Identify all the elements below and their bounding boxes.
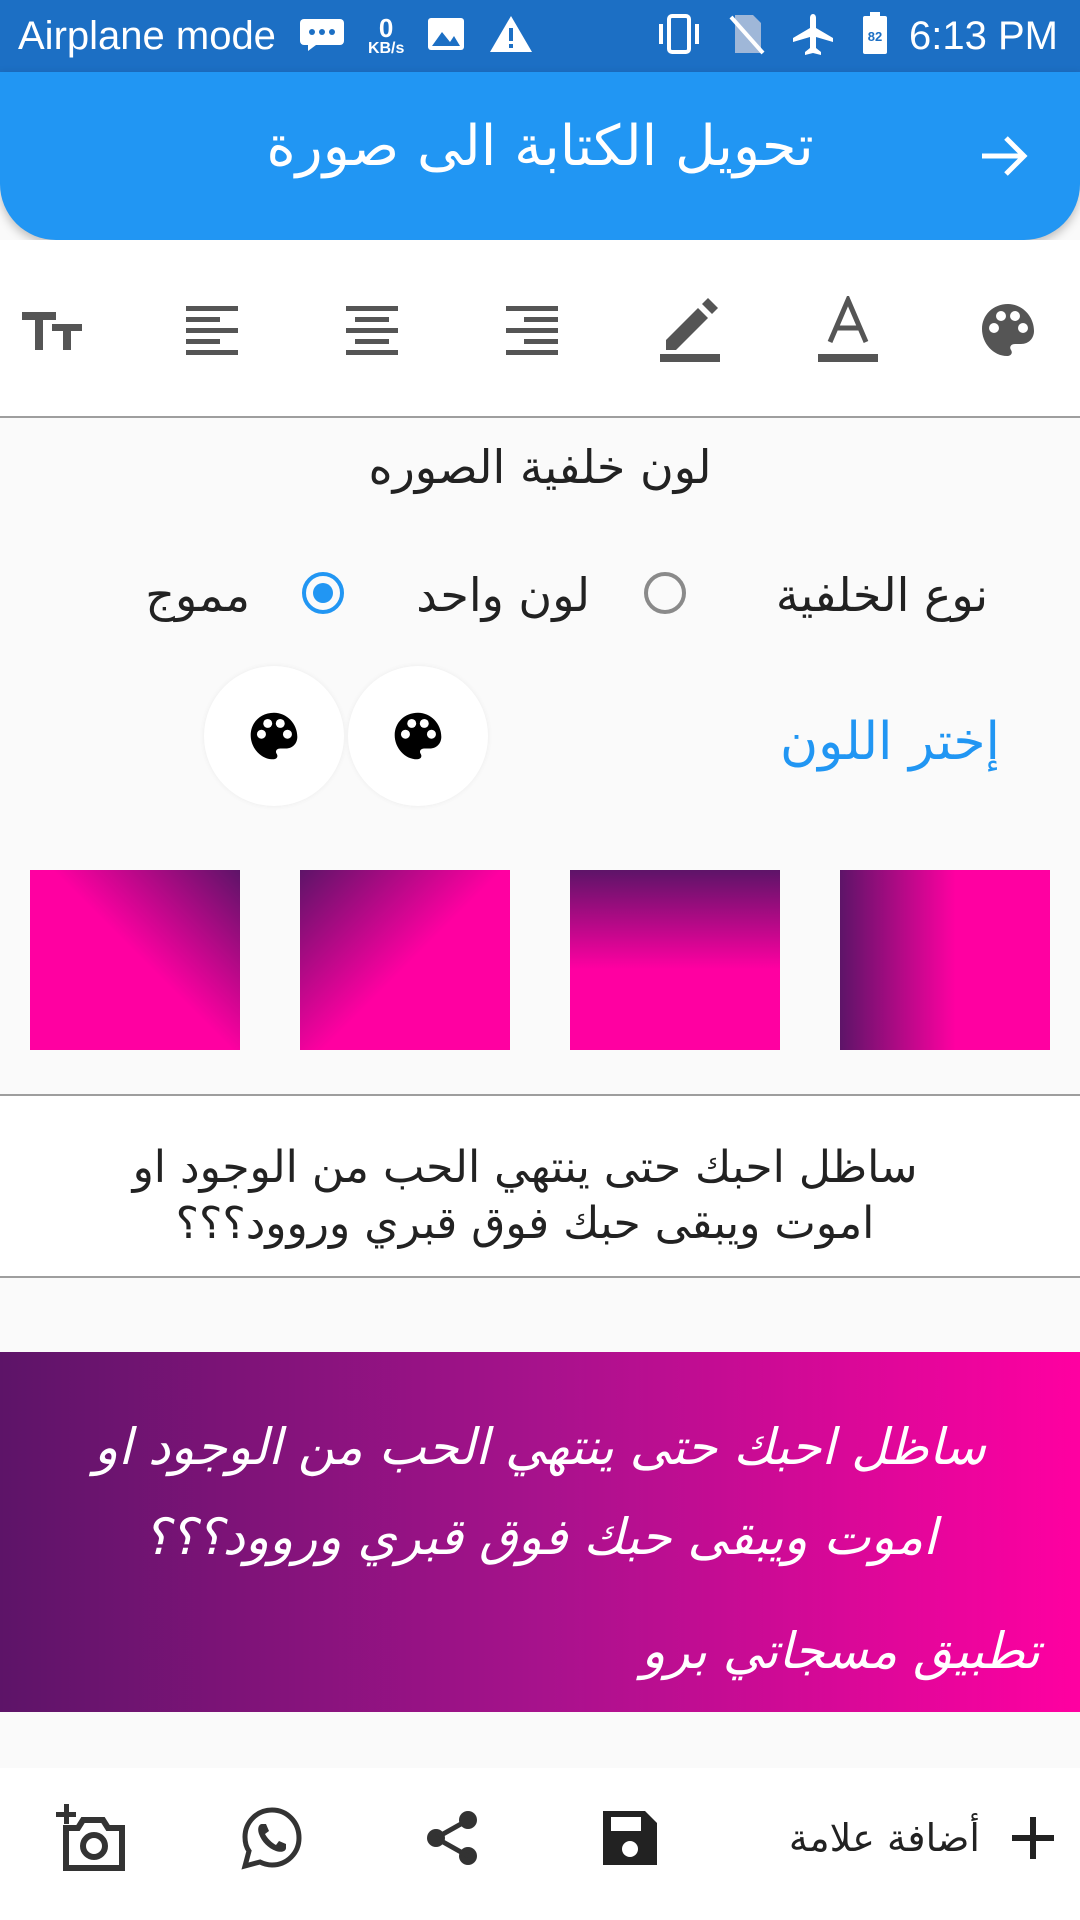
first-color-button[interactable] — [348, 666, 488, 806]
background-type-label: نوع الخلفية — [775, 568, 988, 622]
battery-icon: 82 — [861, 11, 889, 61]
formatting-toolbar — [0, 240, 1080, 416]
text-input-value[interactable]: ساظل احبك حتى ينتهي الحب من الوجود او ام… — [60, 1140, 990, 1252]
gradient-swatch-horizontal[interactable] — [840, 870, 1050, 1050]
palette-icon — [982, 304, 1034, 356]
back-button[interactable] — [976, 128, 1032, 188]
radio-gradient-label[interactable]: مموج — [145, 568, 250, 622]
add-mark-label: أضافة علامة — [788, 1816, 980, 1860]
gradient-swatch-vertical[interactable] — [570, 870, 780, 1050]
image-icon — [426, 16, 466, 57]
align-right-button[interactable] — [492, 290, 572, 370]
clock: 6:13 PM — [909, 13, 1058, 58]
align-right-icon — [506, 306, 558, 355]
airplane-icon — [791, 12, 835, 61]
palette-button[interactable] — [968, 290, 1048, 370]
status-right: 82 6:13 PM — [629, 0, 1058, 72]
choose-color-label: إختر اللون — [779, 712, 1000, 772]
text-color-icon — [818, 296, 878, 362]
preview-line-2: اموت ويبقى حبك فوق قبري وروود؟؟؟ — [143, 1508, 937, 1566]
text-size-icon — [22, 312, 82, 350]
page-title: تحويل الكتابة الى صورة — [266, 114, 814, 179]
vibrate-icon — [655, 13, 703, 59]
bottom-action-bar: أضافة علامة — [0, 1768, 1080, 1920]
pencil-icon — [660, 298, 720, 362]
share-icon — [427, 1811, 477, 1865]
status-bar: Airplane mode 0 KB/s 82 6:13 PM — [0, 0, 1080, 72]
gradient-swatch-diagonal-bottom-left[interactable] — [30, 870, 240, 1050]
text-input-divider — [0, 1276, 1080, 1278]
save-icon — [603, 1811, 657, 1865]
warning-icon — [488, 14, 534, 59]
add-photo-button[interactable] — [52, 1798, 132, 1878]
text-input-line-1: ساظل احبك حتى ينتهي الحب من الوجود او — [132, 1142, 918, 1193]
preview-text: ساظل احبك حتى ينتهي الحب من الوجود او ام… — [60, 1402, 1020, 1582]
add-photo-icon — [56, 1804, 125, 1871]
palette-icon — [250, 712, 298, 760]
preview-image: ساظل احبك حتى ينتهي الحب من الوجود او ام… — [0, 1352, 1080, 1712]
align-left-icon — [186, 306, 238, 355]
network-speed: 0 KB/s — [368, 15, 404, 57]
background-color-title: لون خلفية الصوره — [368, 440, 712, 494]
status-left: Airplane mode 0 KB/s — [18, 0, 534, 72]
preview-line-1: ساظل احبك حتى ينتهي الحب من الوجود او — [94, 1418, 986, 1476]
add-mark-button[interactable]: أضافة علامة — [756, 1798, 1056, 1878]
save-button[interactable] — [590, 1798, 670, 1878]
align-left-button[interactable] — [172, 290, 252, 370]
speed-value: 0 — [378, 13, 394, 43]
plus-icon — [1012, 1817, 1054, 1859]
gradient-swatch-diagonal-top-left[interactable] — [300, 870, 510, 1050]
text-color-button[interactable] — [808, 290, 888, 370]
radio-gradient[interactable] — [302, 572, 344, 614]
whatsapp-button[interactable] — [232, 1798, 312, 1878]
whatsapp-icon — [241, 1807, 302, 1870]
preview-signature: تطبيق مسجاتي برو — [641, 1622, 1040, 1680]
toolbar-divider — [0, 416, 1080, 418]
app-bar: تحويل الكتابة الى صورة — [0, 72, 1080, 240]
palette-icon — [394, 712, 442, 760]
battery-level: 82 — [868, 29, 882, 44]
no-sim-icon — [729, 13, 765, 60]
arrow-right-icon — [982, 136, 1028, 176]
speed-unit: KB/s — [367, 40, 405, 57]
radio-solid-color-label[interactable]: لون واحد — [416, 568, 590, 622]
second-color-button[interactable] — [204, 666, 344, 806]
share-button[interactable] — [412, 1798, 492, 1878]
airplane-mode-label: Airplane mode — [18, 13, 276, 58]
align-center-icon — [346, 306, 398, 355]
message-icon — [298, 17, 346, 56]
align-center-button[interactable] — [332, 290, 412, 370]
text-size-button[interactable] — [14, 290, 94, 370]
radio-solid-color[interactable] — [644, 572, 686, 614]
pencil-button[interactable] — [650, 290, 730, 370]
text-input-line-2: اموت ويبقى حبك فوق قبري وروود؟؟؟ — [175, 1198, 875, 1249]
